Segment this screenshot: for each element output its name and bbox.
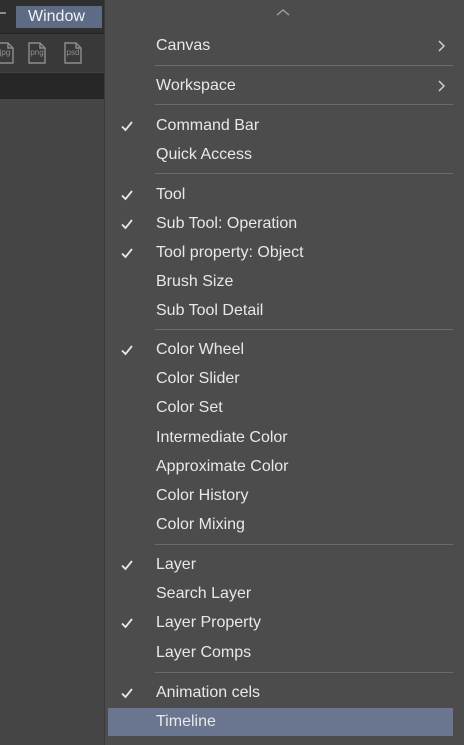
checkmark-icon [121,219,133,230]
export-jpg-icon[interactable]: jpg [0,42,14,64]
menu-window[interactable]: Window [16,6,102,28]
menu-item-quick-access[interactable]: Quick Access [108,141,453,169]
submenu-arrow-icon [438,80,445,92]
menu-item-layer-comps[interactable]: Layer Comps [108,639,453,667]
menu-item-label: Sub Tool: Operation [156,215,298,232]
menu-item-label: Animation cels [156,684,261,701]
menu-item-label: Color History [156,487,249,504]
menu-item-sub-tool-operation[interactable]: Sub Tool: Operation [108,210,453,238]
menu-item-layer[interactable]: Layer [108,551,453,579]
menu-item-workspace[interactable]: Workspace [108,72,453,100]
menu-item-command-bar[interactable]: Command Bar [108,112,453,140]
menu-item-label: Layer Comps [156,644,252,661]
menu-separator [155,65,453,66]
menu-item-timeline[interactable]: Timeline [108,708,453,736]
checkmark-icon [121,688,133,699]
checkmark-icon [121,248,133,259]
export-png-icon[interactable]: png [26,42,46,64]
menu-item-color-history[interactable]: Color History [108,482,453,510]
menu-item-color-slider[interactable]: Color Slider [108,365,453,393]
checkmark-icon [121,190,133,201]
menu-separator [155,672,453,673]
menu-item-canvas[interactable]: Canvas [108,32,453,60]
menubar-edge-mark [0,12,6,14]
menu-item-sub-tool-detail[interactable]: Sub Tool Detail [108,297,453,325]
export-jpg-label: jpg [0,48,11,57]
menu-item-label: Command Bar [156,117,260,134]
menu-separator [155,329,453,330]
menu-item-color-wheel[interactable]: Color Wheel [108,336,453,364]
menu-separator [155,104,453,105]
menu-item-color-mixing[interactable]: Color Mixing [108,511,453,539]
panel-header-strip [0,73,104,99]
menu-item-intermediate-color[interactable]: Intermediate Color [108,424,453,452]
app-window: Window jpg png psd Canvas Workspace Comm… [0,0,464,745]
menu-item-label: Canvas [156,37,211,54]
export-psd-label: psd [66,48,80,57]
menu-item-label: Intermediate Color [156,429,288,446]
menu-item-tool[interactable]: Tool [108,181,453,209]
menu-item-animation-cels[interactable]: Animation cels [108,679,453,707]
checkmark-icon [121,560,133,571]
menu-item-label: Tool property: Object [156,244,304,261]
checkmark-icon [121,618,133,629]
export-png-label: png [30,48,44,57]
left-panel [0,99,104,745]
menu-item-tool-property-object[interactable]: Tool property: Object [108,239,453,267]
submenu-arrow-icon [438,40,445,52]
menu-item-label: Color Wheel [156,341,245,358]
menu-item-label: Quick Access [156,146,253,163]
menu-item-label: Tool [156,186,186,203]
menu-item-search-layer[interactable]: Search Layer [108,580,453,608]
menu-item-layer-property[interactable]: Layer Property [108,609,453,637]
menu-item-label: Color Mixing [156,516,245,533]
command-bar: jpg png psd [0,34,104,72]
menu-item-label: Workspace [156,77,236,94]
menu-item-color-set[interactable]: Color Set [108,394,453,422]
menu-item-label: Sub Tool Detail [156,302,264,319]
menu-item-label: Timeline [156,713,216,730]
menu-item-brush-size[interactable]: Brush Size [108,268,453,296]
menu-item-approximate-color[interactable]: Approximate Color [108,453,453,481]
menu-item-label: Layer Property [156,614,261,631]
menu-separator [155,173,453,174]
menu-item-label: Color Set [156,399,223,416]
scroll-up-chevron-icon[interactable] [273,6,293,18]
checkmark-icon [121,121,133,132]
menu-separator [155,544,453,545]
checkmark-icon [121,345,133,356]
export-psd-icon[interactable]: psd [62,42,82,64]
menu-item-label: Search Layer [156,585,252,602]
window-menu-dropdown: Canvas Workspace Command Bar Quick Acces… [104,0,464,745]
menu-item-label: Layer [156,556,197,573]
menu-item-label: Brush Size [156,273,234,290]
menu-item-label: Approximate Color [156,458,289,475]
menu-item-label: Color Slider [156,370,240,387]
